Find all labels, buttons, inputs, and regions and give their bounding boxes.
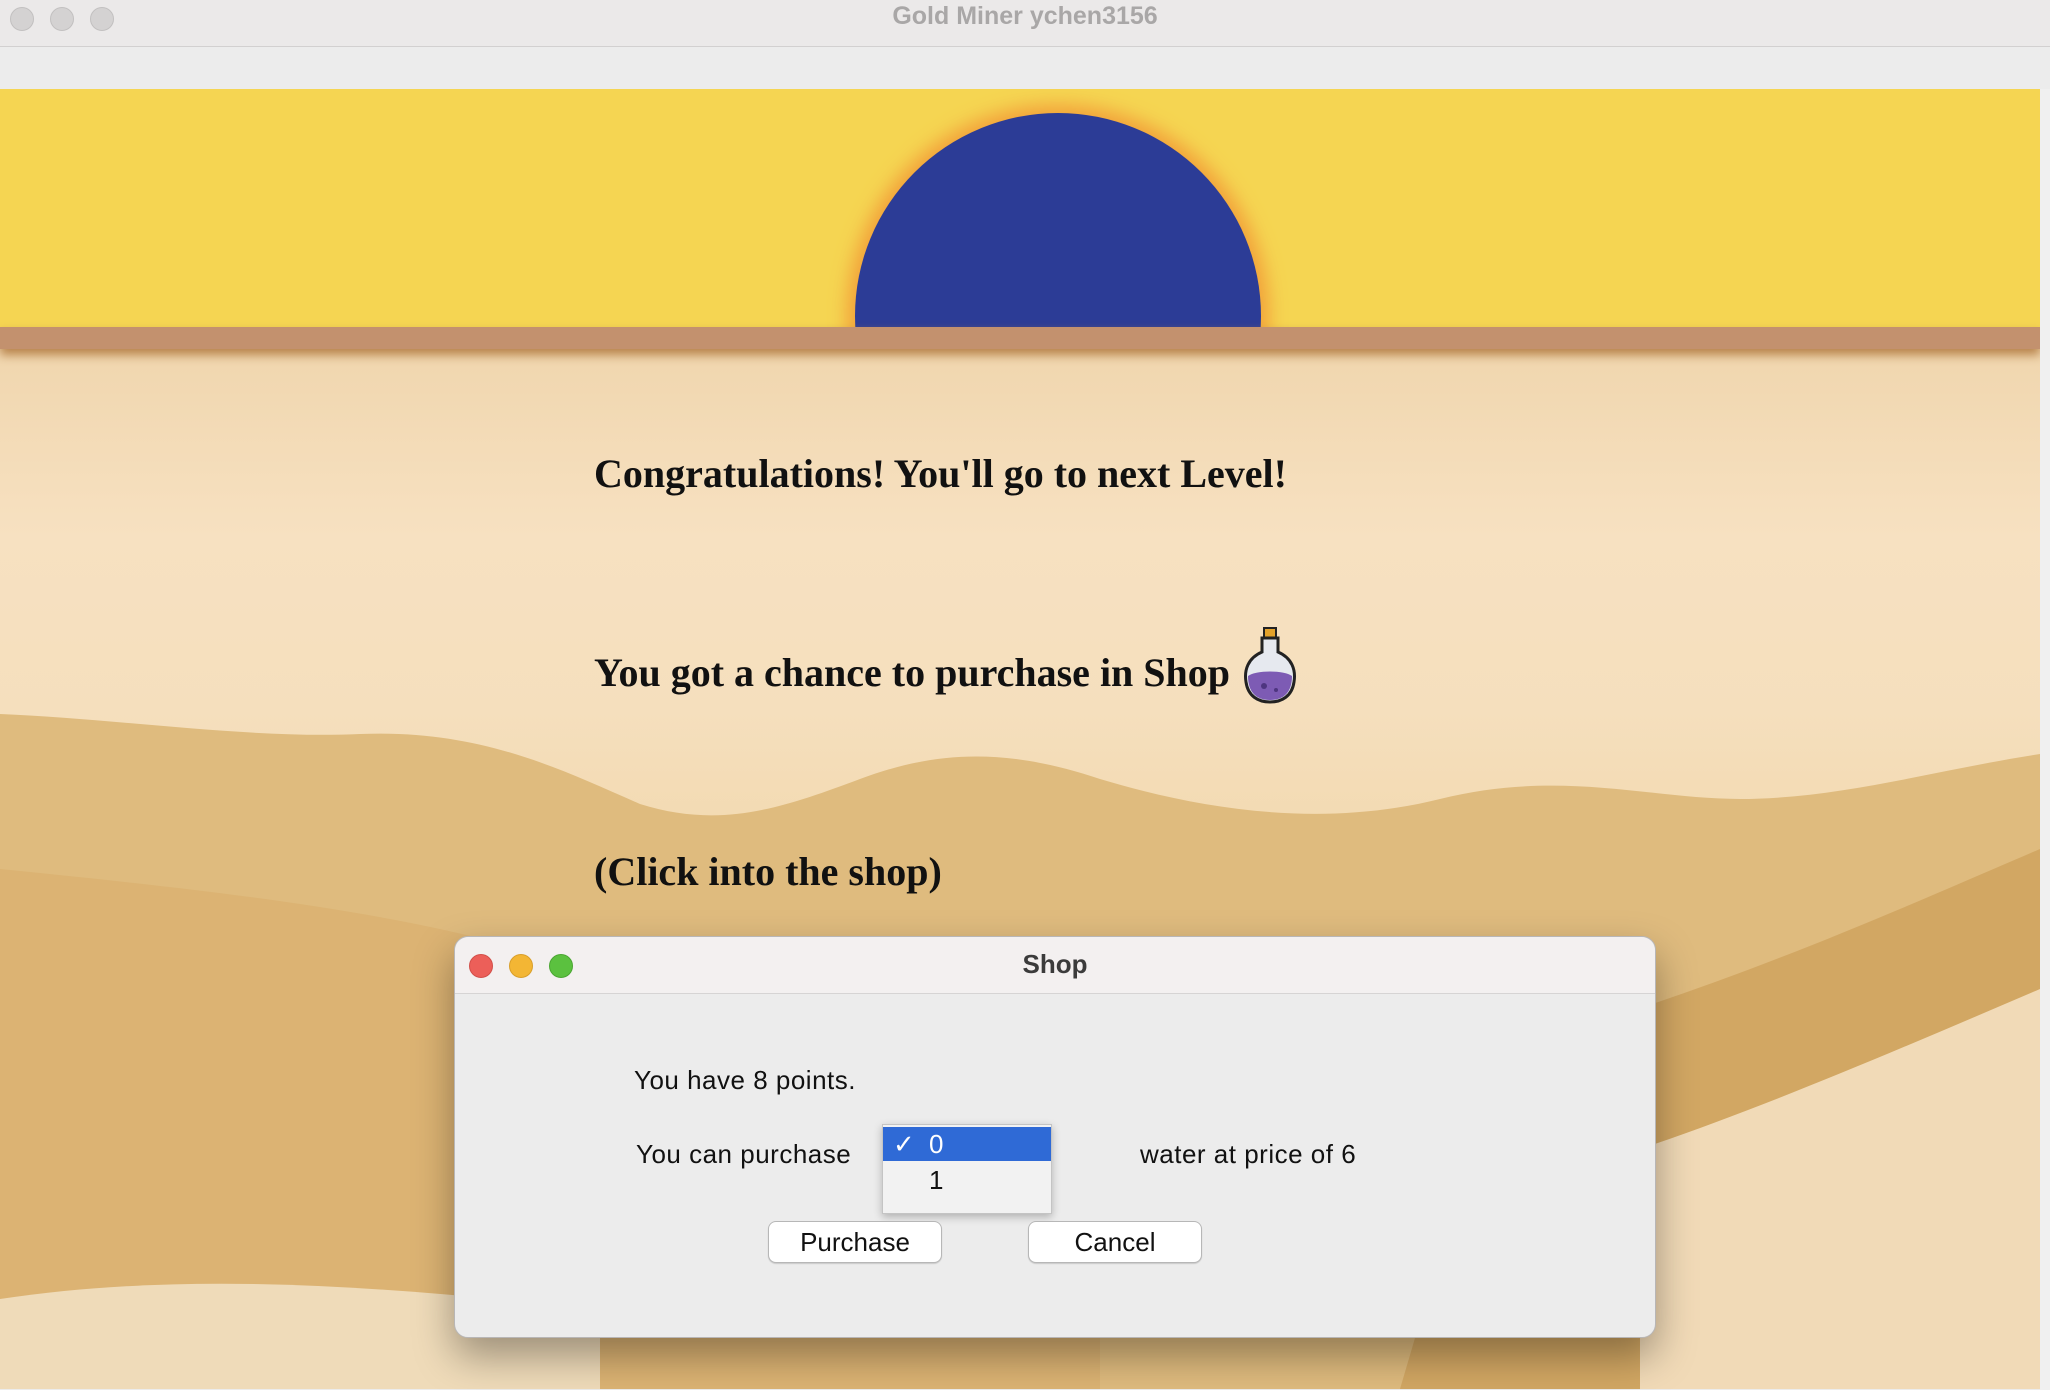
cancel-button[interactable]: Cancel [1028,1221,1202,1263]
level-complete-message: Congratulations! You'll go to next Level… [594,451,1287,496]
quantity-option-label: 1 [929,1165,944,1195]
purchase-prefix-label: You can purchase [636,1139,852,1169]
quantity-option-label: 0 [929,1129,944,1159]
shop-chance-message: You got a chance to purchase in Shop [594,650,1231,695]
quantity-option-0[interactable]: ✓ 0 [883,1127,1051,1161]
potion-icon [1244,627,1296,704]
shop-hint-message: (Click into the shop) [594,849,942,894]
checkmark-icon: ✓ [893,1129,915,1159]
window-title: Gold Miner ychen3156 [892,2,1158,30]
quantity-option-1[interactable]: 1 [883,1163,1051,1197]
shop-dialog-titlebar: Shop [455,937,1655,994]
main-window-titlebar: Gold Miner ychen3156 [0,0,2050,47]
purchase-suffix-label: water at price of 6 [1140,1139,1357,1169]
shop-dialog: Shop You have 8 points. You can purchase… [454,936,1656,1338]
points-label: You have 8 points. [634,1065,856,1095]
purchase-button[interactable]: Purchase [768,1221,942,1263]
window-toolbar-strip [0,47,2050,89]
ground-line [0,327,2040,349]
shop-dialog-title: Shop [1022,949,1088,979]
quantity-dropdown-list[interactable]: ✓ 0 1 [882,1124,1052,1214]
window-right-edge [2040,89,2050,1390]
